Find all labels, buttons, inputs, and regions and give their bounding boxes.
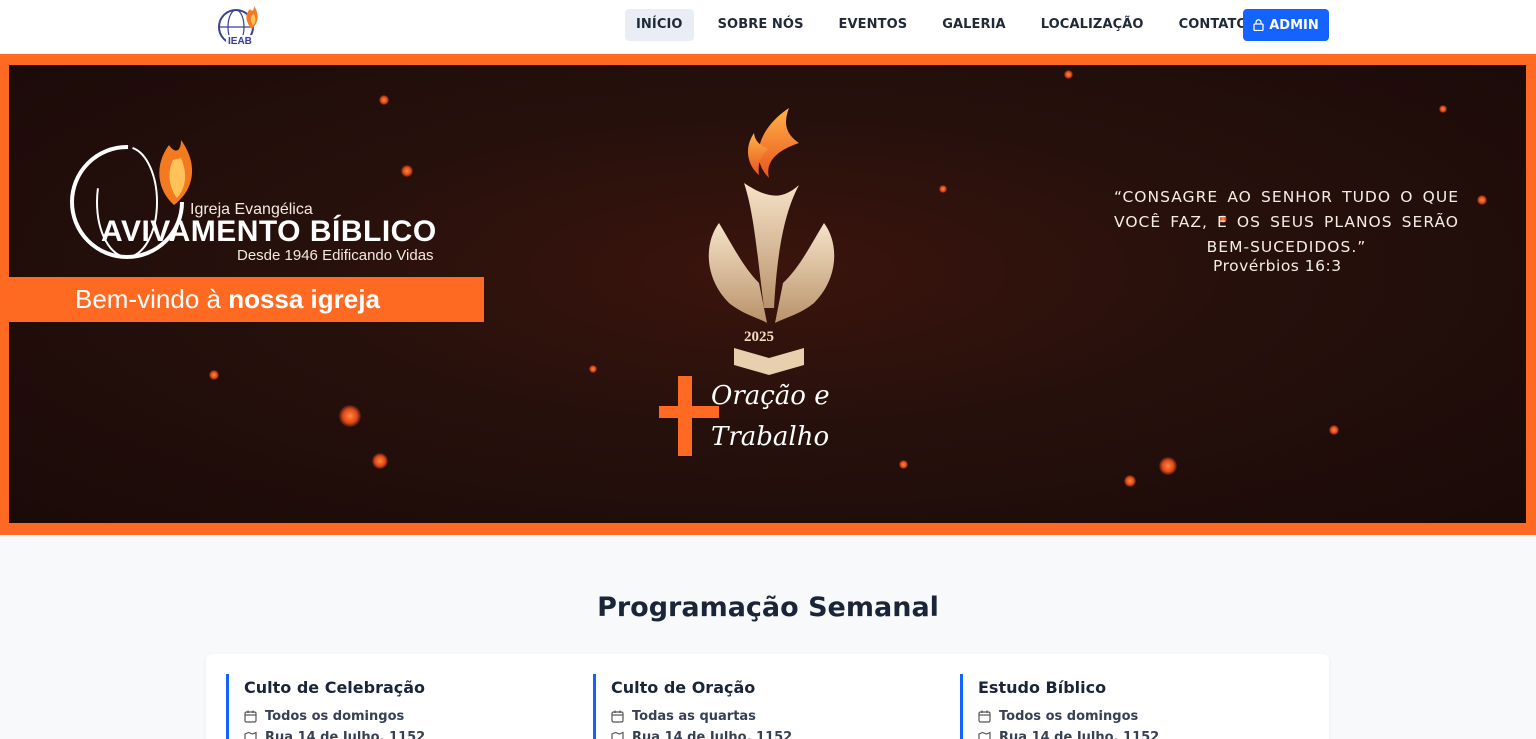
schedule-when: Todos os domingos <box>244 709 566 724</box>
lock-icon <box>1253 19 1264 31</box>
nav-galeria[interactable]: GALERIA <box>931 9 1017 41</box>
ember-spark <box>372 453 388 469</box>
ember-spark <box>899 460 908 469</box>
calendar-icon <box>244 710 257 723</box>
schedule-where: Rua 14 de Julho, 1152 <box>244 730 566 739</box>
ember-spark <box>209 370 219 380</box>
nav-eventos[interactable]: EVENTOS <box>828 9 919 41</box>
schedule-when-text: Todos os domingos <box>265 709 405 724</box>
site-logo[interactable]: IEAB <box>216 3 266 47</box>
schedule-where-text: Rua 14 de Julho, 1152 <box>632 730 793 739</box>
emblem-line2: Trabalho <box>711 422 829 452</box>
map-icon <box>611 731 624 739</box>
schedule-when: Todas as quartas <box>611 709 933 724</box>
logo-text: IEAB <box>228 36 252 47</box>
schedule-item-name: Culto de Oração <box>611 678 756 697</box>
ember-spark <box>939 185 947 193</box>
map-icon <box>978 731 991 739</box>
hero-image: Igreja Evangélica AVIVAMENTO BÍBLICO Des… <box>9 65 1526 523</box>
schedule-where-text: Rua 14 de Julho, 1152 <box>265 730 426 739</box>
nav-sobre-nos[interactable]: SOBRE NÓS <box>707 9 815 41</box>
admin-button[interactable]: ADMIN <box>1243 9 1329 41</box>
schedule-where: Rua 14 de Julho, 1152 <box>611 730 933 739</box>
torch-emblem-icon: 2025 Oração e Trabalho <box>659 108 835 456</box>
schedule-when-text: Todos os domingos <box>999 709 1139 724</box>
ember-spark <box>589 365 597 373</box>
ember-spark <box>1329 425 1339 435</box>
schedule-item-culto-celebracao: Culto de Celebração Todos os domingos Ru… <box>226 674 566 739</box>
church-name: AVIVAMENTO BÍBLICO <box>101 215 437 248</box>
schedule-item-estudo-biblico: Estudo Bíblico Todos os domingos Rua 14 … <box>960 674 1300 739</box>
schedule-when-text: Todas as quartas <box>632 709 756 724</box>
calendar-icon <box>611 710 624 723</box>
schedule-card: Culto de Celebração Todos os domingos Ru… <box>206 654 1329 739</box>
ember-spark <box>1439 105 1447 113</box>
schedule-item-culto-oracao: Culto de Oração Todas as quartas Rua 14 … <box>593 674 933 739</box>
ember-spark <box>1477 195 1487 205</box>
ember-spark <box>1064 70 1073 79</box>
schedule-when: Todos os domingos <box>978 709 1300 724</box>
welcome-bold: nossa igreja <box>228 284 380 314</box>
schedule-item-name: Estudo Bíblico <box>978 678 1107 697</box>
welcome-banner: Bem-vindo à nossa igreja <box>9 277 484 322</box>
admin-label: ADMIN <box>1269 17 1319 33</box>
schedule-where-text: Rua 14 de Julho, 1152 <box>999 730 1160 739</box>
map-icon <box>244 731 257 739</box>
bible-verse: “CONSAGRE AO SENHOR TUDO O QUE VOCÊ FAZ,… <box>1114 188 1459 256</box>
emblem-year: 2025 <box>744 329 774 345</box>
schedule-title: Programação Semanal <box>597 592 939 623</box>
emblem-line1: Oração e <box>711 381 830 411</box>
ember-spark <box>1124 475 1136 487</box>
schedule-item-name: Culto de Celebração <box>244 678 426 697</box>
church-tagline: Desde 1946 Edificando Vidas <box>237 247 434 264</box>
ember-spark <box>379 95 389 105</box>
nav-inicio[interactable]: INÍCIO <box>625 9 694 41</box>
navbar: IEAB INÍCIO SOBRE NÓS EVENTOS GALERIA LO… <box>0 0 1536 53</box>
schedule-where: Rua 14 de Julho, 1152 <box>978 730 1300 739</box>
logo-icon: IEAB <box>218 6 260 47</box>
ember-spark <box>1159 457 1177 475</box>
hero-banner: Igreja Evangélica AVIVAMENTO BÍBLICO Des… <box>0 54 1536 535</box>
nav-localizacao[interactable]: LOCALIZAÇÃO <box>1030 9 1155 41</box>
verse-reference: Provérbios 16:3 <box>1213 257 1342 275</box>
calendar-icon <box>978 710 991 723</box>
ember-spark <box>339 405 361 427</box>
main-nav: INÍCIO SOBRE NÓS EVENTOS GALERIA LOCALIZ… <box>625 9 1272 41</box>
welcome-text: Bem-vindo à <box>75 284 229 314</box>
